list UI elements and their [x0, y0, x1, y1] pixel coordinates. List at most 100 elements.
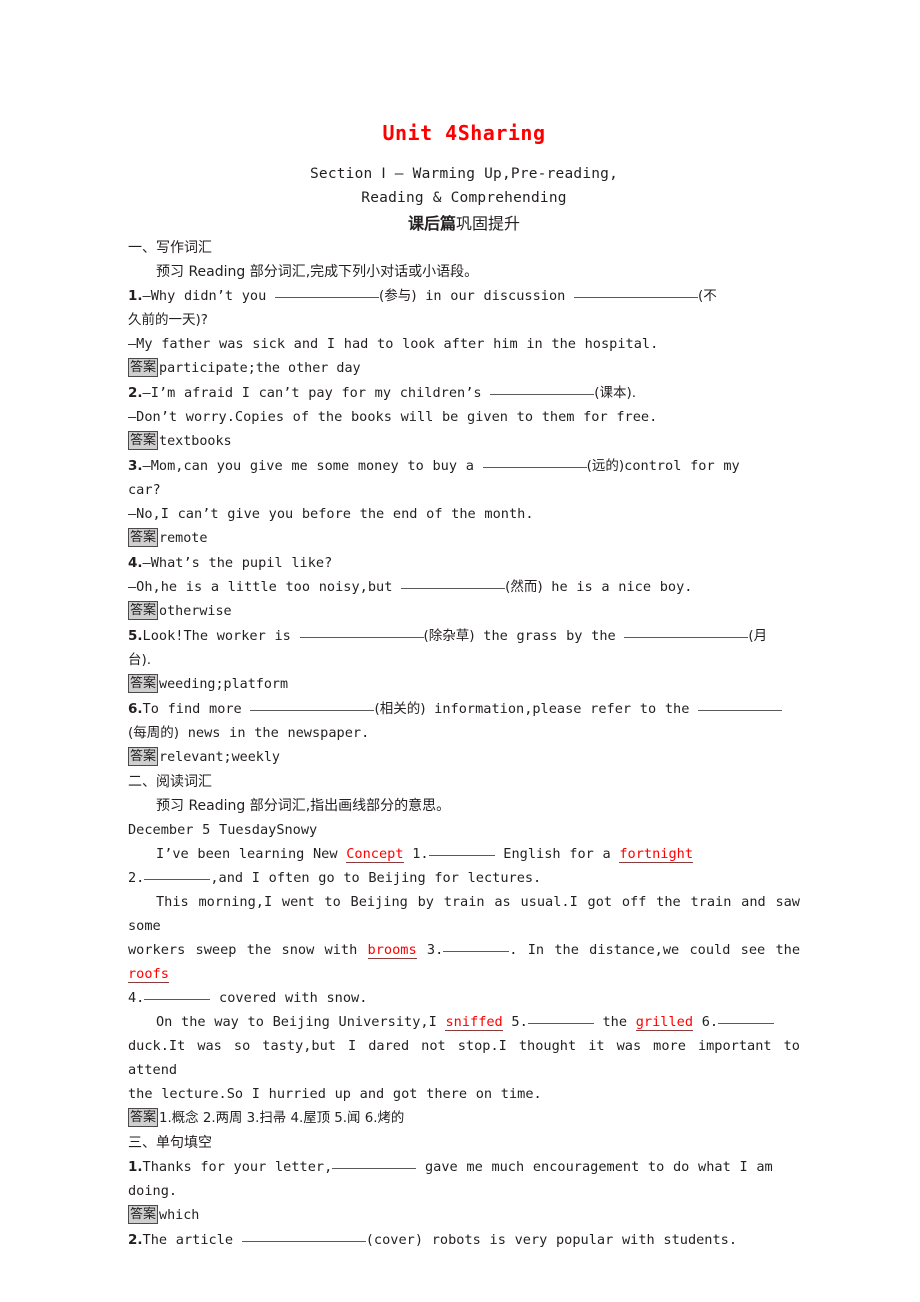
item-question: —Mom,can you give me some money to buy a — [142, 458, 483, 474]
answer-blank[interactable] — [250, 699, 375, 711]
item-question-mid: information,please refer to the — [425, 701, 699, 717]
page-title: Unit 4Sharing — [382, 121, 546, 145]
passage-text: On the way to Beijing University,I — [156, 1014, 446, 1030]
exercise-item: 2.—I’m afraid I can’t pay for my childre… — [128, 381, 800, 405]
passage-line: I’ve been learning New Concept 1. Englis… — [128, 842, 800, 866]
item-number: 1. — [128, 288, 143, 304]
answer-line: 答案 remote — [128, 526, 800, 551]
answer-tag: 答案 — [128, 1205, 159, 1224]
answer-text: participate;the other day — [159, 361, 361, 376]
answer-blank[interactable] — [274, 286, 379, 298]
answer-blank[interactable] — [718, 1012, 775, 1024]
item-question-after: gave me much encouragement to do what I … — [416, 1159, 773, 1175]
exercise-item: 4.—What’s the pupil like? — [128, 551, 800, 575]
answer-blank[interactable] — [574, 286, 699, 298]
answer-tag: 答案 — [128, 528, 159, 547]
passage-line: 2. ,and I often go to Beijing for lecture… — [128, 866, 800, 890]
part1-instruction: 预习 Reading 部分词汇,完成下列小对话或小语段。 — [156, 264, 479, 280]
answer-blank[interactable] — [698, 699, 783, 711]
passage-text: 6. — [693, 1014, 719, 1030]
answer-blank[interactable] — [624, 626, 749, 638]
answer-line: 答案 textbooks — [128, 429, 800, 454]
item-hint: (参与) — [378, 288, 417, 304]
answer-text: textbooks — [159, 434, 232, 449]
exercise-item-wrap: 久前的一天)? — [128, 312, 208, 328]
passage-text: the — [593, 1014, 636, 1030]
item-number: 4. — [128, 555, 143, 571]
document-content: Unit 4Sharing Section Ⅰ — Warming Up,Pre… — [128, 0, 800, 1252]
passage-line: 4. covered with snow. — [128, 986, 800, 1010]
item-hint: (不 — [698, 288, 717, 304]
item-question: —I’m afraid I can’t pay for my children’… — [142, 385, 491, 401]
answer-blank[interactable] — [144, 988, 211, 1000]
passage-text: English for a — [494, 846, 620, 862]
answer-blank[interactable] — [527, 1012, 594, 1024]
part1-heading: 一、写作词汇 — [128, 240, 212, 256]
passage-text: 1. — [403, 846, 429, 862]
vocab-word: grilled — [635, 1014, 694, 1031]
answer-tag: 答案 — [128, 674, 159, 693]
section-banner-rest: 巩固提升 — [456, 214, 521, 233]
item-number: 2. — [128, 385, 143, 401]
answer-blank[interactable] — [241, 1230, 366, 1242]
section-heading-line-2: Reading & Comprehending — [361, 190, 567, 206]
answer-line: 答案 1.概念 2.两周 3.扫帚 4.屋顶 5.闻 6.烤的 — [128, 1106, 800, 1131]
exercise-item: 5.Look!The worker is (除杂草) the grass by … — [128, 624, 800, 648]
answer-tag: 答案 — [128, 1108, 159, 1127]
exercise-item: 1.Thanks for your letter, gave me much e… — [128, 1155, 800, 1179]
item-hint: (月 — [748, 628, 768, 644]
exercise-item-wrap: (每周的) news in the newspaper. — [128, 721, 800, 745]
passage-line: the lecture.So I hurried up and got ther… — [128, 1086, 542, 1102]
exercise-item-reply: —Don’t worry.Copies of the books will be… — [128, 409, 658, 425]
passage-text: workers sweep the snow with — [128, 942, 368, 958]
answer-text: relevant;weekly — [159, 750, 280, 765]
item-question: —Why didn’t you — [142, 288, 275, 304]
reply-before: —Oh,he is a little too noisy,but — [128, 579, 402, 595]
answer-text: remote — [159, 531, 208, 546]
vocab-word: brooms — [367, 942, 417, 959]
answer-blank[interactable] — [144, 868, 211, 880]
answer-blank[interactable] — [401, 577, 506, 589]
passage-line: On the way to Beijing University,I sniff… — [128, 1010, 800, 1034]
vocab-word: roofs — [128, 966, 169, 983]
exercise-item: 2.The article (cover) robots is very pop… — [128, 1228, 800, 1252]
item-hint: (除杂草) — [423, 628, 475, 644]
item-hint: (然而) — [505, 579, 543, 595]
item-question-mid: control for my — [624, 458, 740, 474]
exercise-item: 3.—Mom,can you give me some money to buy… — [128, 454, 800, 478]
part2-heading: 二、阅读词汇 — [128, 774, 212, 790]
vocab-word: Concept — [346, 846, 404, 863]
passage-line: This morning,I went to Beijing by train … — [128, 894, 800, 934]
passage-date-line: December 5 TuesdaySnowy — [128, 822, 318, 838]
part3-heading: 三、单句填空 — [128, 1135, 212, 1151]
exercise-item-reply: —My father was sick and I had to look af… — [128, 336, 659, 352]
passage-line: duck.It was so tasty,but I dared not sto… — [128, 1038, 800, 1078]
vocab-word: sniffed — [445, 1014, 503, 1031]
passage-text: covered with snow. — [210, 990, 368, 1006]
item-question-mid: the grass by the — [474, 628, 625, 644]
item-question: —What’s the pupil like? — [142, 555, 333, 571]
passage-text: I’ve been learning New — [156, 846, 347, 862]
document-page: Unit 4Sharing Section Ⅰ — Warming Up,Pre… — [0, 0, 920, 1302]
passage-text: . In the distance,we could see the — [509, 942, 801, 958]
item-hint: (课本). — [594, 385, 637, 401]
answer-blank[interactable] — [428, 844, 495, 856]
answer-text: 1.概念 2.两周 3.扫帚 4.屋顶 5.闻 6.烤的 — [159, 1111, 405, 1126]
section-heading-line-1: Section Ⅰ — Warming Up,Pre-reading, — [309, 166, 619, 182]
answer-blank[interactable] — [299, 626, 424, 638]
answer-blank[interactable] — [490, 383, 595, 395]
section-banner: 课后篇巩固提升 — [128, 211, 800, 236]
answer-blank[interactable] — [332, 1157, 417, 1169]
item-question: The article — [142, 1232, 242, 1248]
exercise-item-wrap: car? — [128, 482, 161, 498]
exercise-item-wrap: doing. — [128, 1183, 178, 1199]
answer-blank[interactable] — [443, 940, 510, 952]
item-number: 6. — [128, 701, 143, 717]
answer-line: 答案 otherwise — [128, 599, 800, 624]
answer-tag: 答案 — [128, 747, 159, 766]
answer-blank[interactable] — [482, 456, 587, 468]
item-hint: (每周的) — [128, 725, 180, 741]
exercise-item: 1.—Why didn’t you (参与) in our discussion… — [128, 284, 800, 308]
item-question: Look!The worker is — [142, 628, 300, 644]
answer-tag: 答案 — [128, 431, 159, 450]
